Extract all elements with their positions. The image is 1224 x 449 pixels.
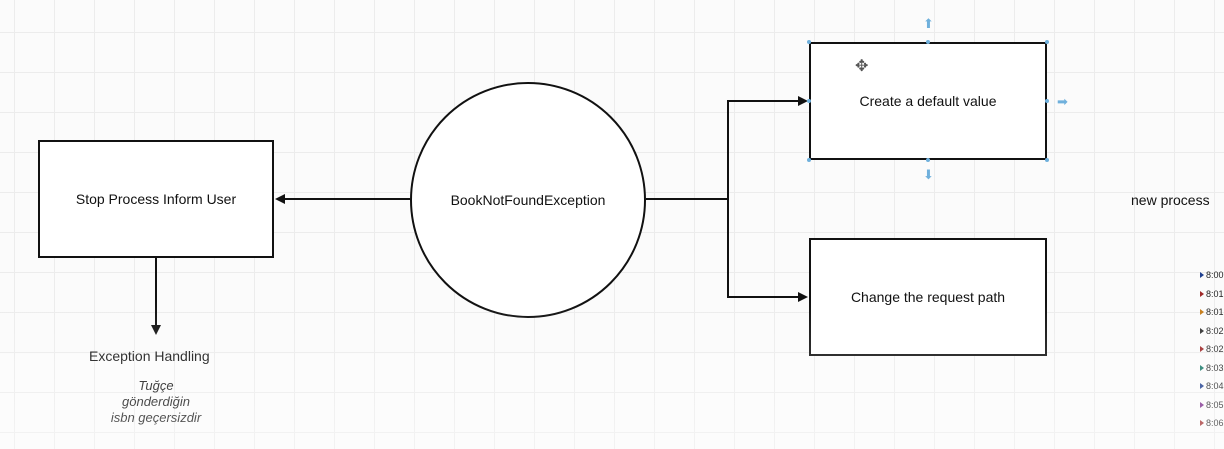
note-line-3: isbn geçersizdir [110, 410, 202, 425]
side-list-time: 8:00 [1206, 270, 1224, 281]
resize-handle[interactable] [1045, 158, 1049, 162]
marker-icon [1200, 346, 1204, 353]
side-list-item[interactable]: 8:04 [1200, 377, 1224, 396]
side-list-time: 8:06 [1206, 418, 1224, 429]
marker-icon [1200, 364, 1204, 371]
side-list-item[interactable]: 8:01 [1200, 285, 1224, 304]
side-list-time: 8:04 [1206, 381, 1224, 392]
note-line-2: gönderdiğin [122, 394, 190, 409]
connect-handle-right-icon[interactable]: ➡ [1057, 95, 1068, 108]
side-list-time: 8:01 [1206, 288, 1224, 299]
resize-handle[interactable] [807, 40, 811, 44]
default-value-node[interactable]: Create a default value [809, 42, 1047, 160]
error-message-note[interactable]: Tuğçe gönderdiğin isbn geçersizdir [76, 378, 236, 426]
side-list-item[interactable]: 8:02 [1200, 340, 1224, 359]
side-list-time: 8:02 [1206, 325, 1224, 336]
side-list-item[interactable]: 8:02 [1200, 322, 1224, 341]
move-icon[interactable]: ✥ [855, 56, 868, 76]
arrow-to-default-value [646, 96, 808, 200]
side-comment-list: 8:00 8:01 8:01 8:02 8:02 8:03 8:04 8:05 8:06 [1200, 266, 1224, 433]
resize-handle[interactable] [807, 99, 811, 103]
side-list-time: 8:03 [1206, 362, 1224, 373]
marker-icon [1200, 383, 1204, 390]
side-list-item[interactable]: 8:05 [1200, 396, 1224, 415]
side-list-time: 8:01 [1206, 307, 1224, 318]
note-line-1: Tuğçe [138, 378, 174, 393]
connect-handle-bottom-icon[interactable]: ⬇ [923, 168, 934, 181]
resize-handle[interactable] [1045, 40, 1049, 44]
marker-icon [1200, 309, 1204, 316]
resize-handle[interactable] [926, 40, 930, 44]
connect-handle-top-icon[interactable]: ⬆ [923, 17, 934, 30]
stop-process-node[interactable]: Stop Process Inform User [38, 140, 274, 258]
marker-icon [1200, 327, 1204, 334]
marker-icon [1200, 401, 1204, 408]
side-list-item[interactable]: 8:00 [1200, 266, 1224, 285]
new-process-label[interactable]: new process [1131, 192, 1210, 208]
exception-handling-label[interactable]: Exception Handling [89, 348, 210, 364]
resize-handle[interactable] [926, 158, 930, 162]
marker-icon [1200, 290, 1204, 297]
change-path-node[interactable]: Change the request path [809, 238, 1047, 356]
side-list-item[interactable]: 8:03 [1200, 359, 1224, 378]
resize-handle[interactable] [1045, 99, 1049, 103]
side-list-item[interactable]: 8:06 [1200, 414, 1224, 433]
side-list-time: 8:05 [1206, 399, 1224, 410]
resize-handle[interactable] [807, 158, 811, 162]
arrow-to-change-path [727, 199, 808, 302]
side-list-time: 8:02 [1206, 344, 1224, 355]
marker-icon [1200, 420, 1204, 427]
side-list-item[interactable]: 8:01 [1200, 303, 1224, 322]
marker-icon [1200, 272, 1204, 279]
exception-node[interactable]: BookNotFoundException [410, 82, 646, 318]
